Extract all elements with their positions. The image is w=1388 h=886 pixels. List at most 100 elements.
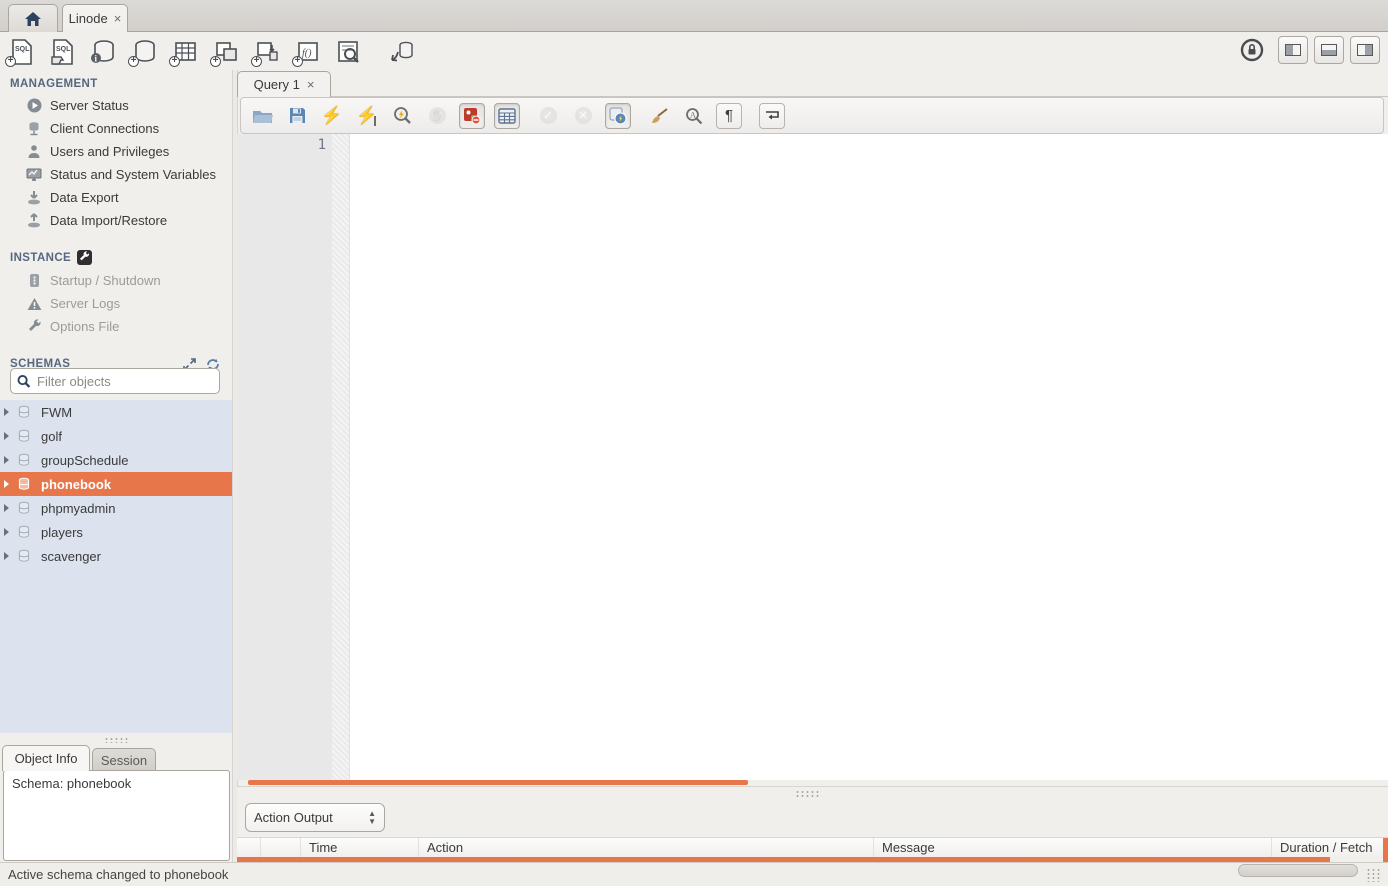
find-button[interactable]: A	[681, 103, 707, 129]
sidebar-item-label: Status and System Variables	[50, 167, 216, 182]
schema-row-golf[interactable]: golf	[0, 424, 232, 448]
stop-hand-icon: ✋	[429, 107, 446, 124]
col-status[interactable]	[237, 838, 261, 858]
expander-icon[interactable]	[4, 432, 9, 440]
tab-label: Object Info	[15, 751, 78, 766]
plus-badge-icon: +	[5, 56, 16, 67]
sidebar-item-users-privileges[interactable]: Users and Privileges	[0, 140, 232, 163]
rollback-x-icon: ✕	[575, 107, 592, 124]
save-button[interactable]	[284, 103, 310, 129]
home-tab[interactable]	[8, 4, 58, 32]
query-tab[interactable]: Query 1 ×	[237, 71, 331, 97]
search-table-data-button[interactable]	[335, 38, 363, 66]
schema-row-phpmyadmin[interactable]: phpmyadmin	[0, 496, 232, 520]
schema-row-phonebook[interactable]: phonebook	[0, 472, 232, 496]
close-icon[interactable]: ×	[307, 77, 315, 92]
beautify-button[interactable]	[646, 103, 672, 129]
fold-margin	[332, 134, 350, 780]
schema-row-fwm[interactable]: FWM	[0, 400, 232, 424]
stop-button[interactable]: ✋	[424, 103, 450, 129]
rollback-button[interactable]: ✕	[570, 103, 596, 129]
connection-tab[interactable]: Linode ×	[62, 4, 128, 32]
plus-badge-icon: +	[128, 56, 139, 67]
new-view-button[interactable]: +	[212, 38, 240, 66]
output-vscrollbar-thumb[interactable]	[1383, 838, 1388, 862]
col-index[interactable]	[261, 838, 301, 858]
search-icon: A	[685, 107, 703, 125]
sidebar-item-client-connections[interactable]: Client Connections	[0, 117, 232, 140]
tab-object-info[interactable]: Object Info	[2, 745, 90, 771]
sql-editor[interactable]: 1	[237, 134, 1388, 780]
schema-filter[interactable]	[10, 368, 220, 394]
stop-on-error-toggle[interactable]	[459, 103, 485, 129]
filter-objects-input[interactable]	[37, 374, 213, 389]
close-icon[interactable]: ×	[114, 11, 122, 26]
window-resize-grip[interactable]	[1366, 868, 1382, 882]
new-function-button[interactable]: f() +	[294, 38, 322, 66]
col-message[interactable]: Message	[874, 838, 1272, 858]
sidebar-item-server-status[interactable]: Server Status	[0, 94, 232, 117]
svg-text:A: A	[690, 110, 696, 119]
schema-name: phonebook	[35, 477, 111, 492]
col-time[interactable]: Time	[301, 838, 419, 858]
open-file-button[interactable]	[249, 103, 275, 129]
database-info-button[interactable]: i	[89, 38, 117, 66]
tab-label: Session	[101, 753, 147, 768]
col-action[interactable]: Action	[419, 838, 874, 858]
open-sql-script-button[interactable]: SQL	[48, 38, 76, 66]
autocommit-toggle[interactable]	[605, 103, 631, 129]
editor-hscrollbar-thumb[interactable]	[248, 780, 748, 785]
splitter-grip[interactable]	[795, 790, 819, 798]
new-query-tab-button[interactable]: SQL +	[7, 38, 35, 66]
sidebar-item-options-file[interactable]: Options File	[0, 315, 232, 338]
expander-icon[interactable]	[4, 528, 9, 536]
col-duration[interactable]: Duration / Fetch	[1272, 838, 1388, 858]
output-table-header: Time Action Message Duration / Fetch	[237, 837, 1388, 858]
reconnect-server-button[interactable]	[388, 38, 416, 66]
new-table-button[interactable]: +	[171, 38, 199, 66]
schema-row-groupschedule[interactable]: groupSchedule	[0, 448, 232, 472]
wrench-icon	[26, 319, 42, 335]
svg-text:f(): f()	[302, 48, 312, 59]
status-message: Active schema changed to phonebook	[8, 867, 228, 882]
sidebar-splitter-grip[interactable]	[104, 737, 128, 743]
bottom-scrollbar-thumb[interactable]	[1238, 864, 1358, 877]
toggle-output-area-button[interactable]	[1314, 36, 1344, 64]
expander-icon[interactable]	[4, 456, 9, 464]
plus-badge-icon: +	[169, 56, 180, 67]
sidebar-item-startup-shutdown[interactable]: Startup / Shutdown	[0, 269, 232, 292]
sql-editor-toolbar: ⚡ ⚡ ✋ ✓ ✕ A ¶	[240, 97, 1384, 134]
schema-icon	[17, 405, 31, 419]
expander-icon[interactable]	[4, 408, 9, 416]
output-view-selector[interactable]: Action Output ▲▼	[245, 803, 385, 832]
output-view-label: Action Output	[254, 810, 333, 825]
toggle-left-sidebar-button[interactable]	[1278, 36, 1308, 64]
expander-icon[interactable]	[4, 504, 9, 512]
schema-row-players[interactable]: players	[0, 520, 232, 544]
pilcrow-icon: ¶	[725, 107, 733, 124]
plus-badge-icon: +	[292, 56, 303, 67]
sidebar-item-data-import[interactable]: Data Import/Restore	[0, 209, 232, 232]
sidebar-item-data-export[interactable]: Data Export	[0, 186, 232, 209]
editor-gutter: 1	[237, 134, 332, 780]
management-header: MANAGEMENT	[0, 70, 232, 94]
sidebar-item-server-logs[interactable]: Server Logs	[0, 292, 232, 315]
new-procedure-button[interactable]: +	[253, 38, 281, 66]
invisible-chars-toggle[interactable]: ¶	[716, 103, 742, 129]
output-splitter[interactable]	[237, 786, 1388, 800]
limit-rows-toggle[interactable]	[494, 103, 520, 129]
tab-session[interactable]: Session	[92, 748, 156, 771]
expander-icon[interactable]	[4, 552, 9, 560]
data-export-icon	[26, 190, 42, 206]
commit-button[interactable]: ✓	[535, 103, 561, 129]
expander-icon[interactable]	[4, 480, 9, 488]
execute-button[interactable]: ⚡	[319, 103, 345, 129]
sidebar-item-system-variables[interactable]: Status and System Variables	[0, 163, 232, 186]
explain-button[interactable]	[389, 103, 415, 129]
new-schema-button[interactable]: +	[130, 38, 158, 66]
wrap-text-toggle[interactable]	[759, 103, 785, 129]
toggle-right-sidebar-button[interactable]	[1350, 36, 1380, 64]
schema-row-scavenger[interactable]: scavenger	[0, 544, 232, 568]
folder-icon	[252, 108, 273, 124]
execute-current-button[interactable]: ⚡	[354, 103, 380, 129]
